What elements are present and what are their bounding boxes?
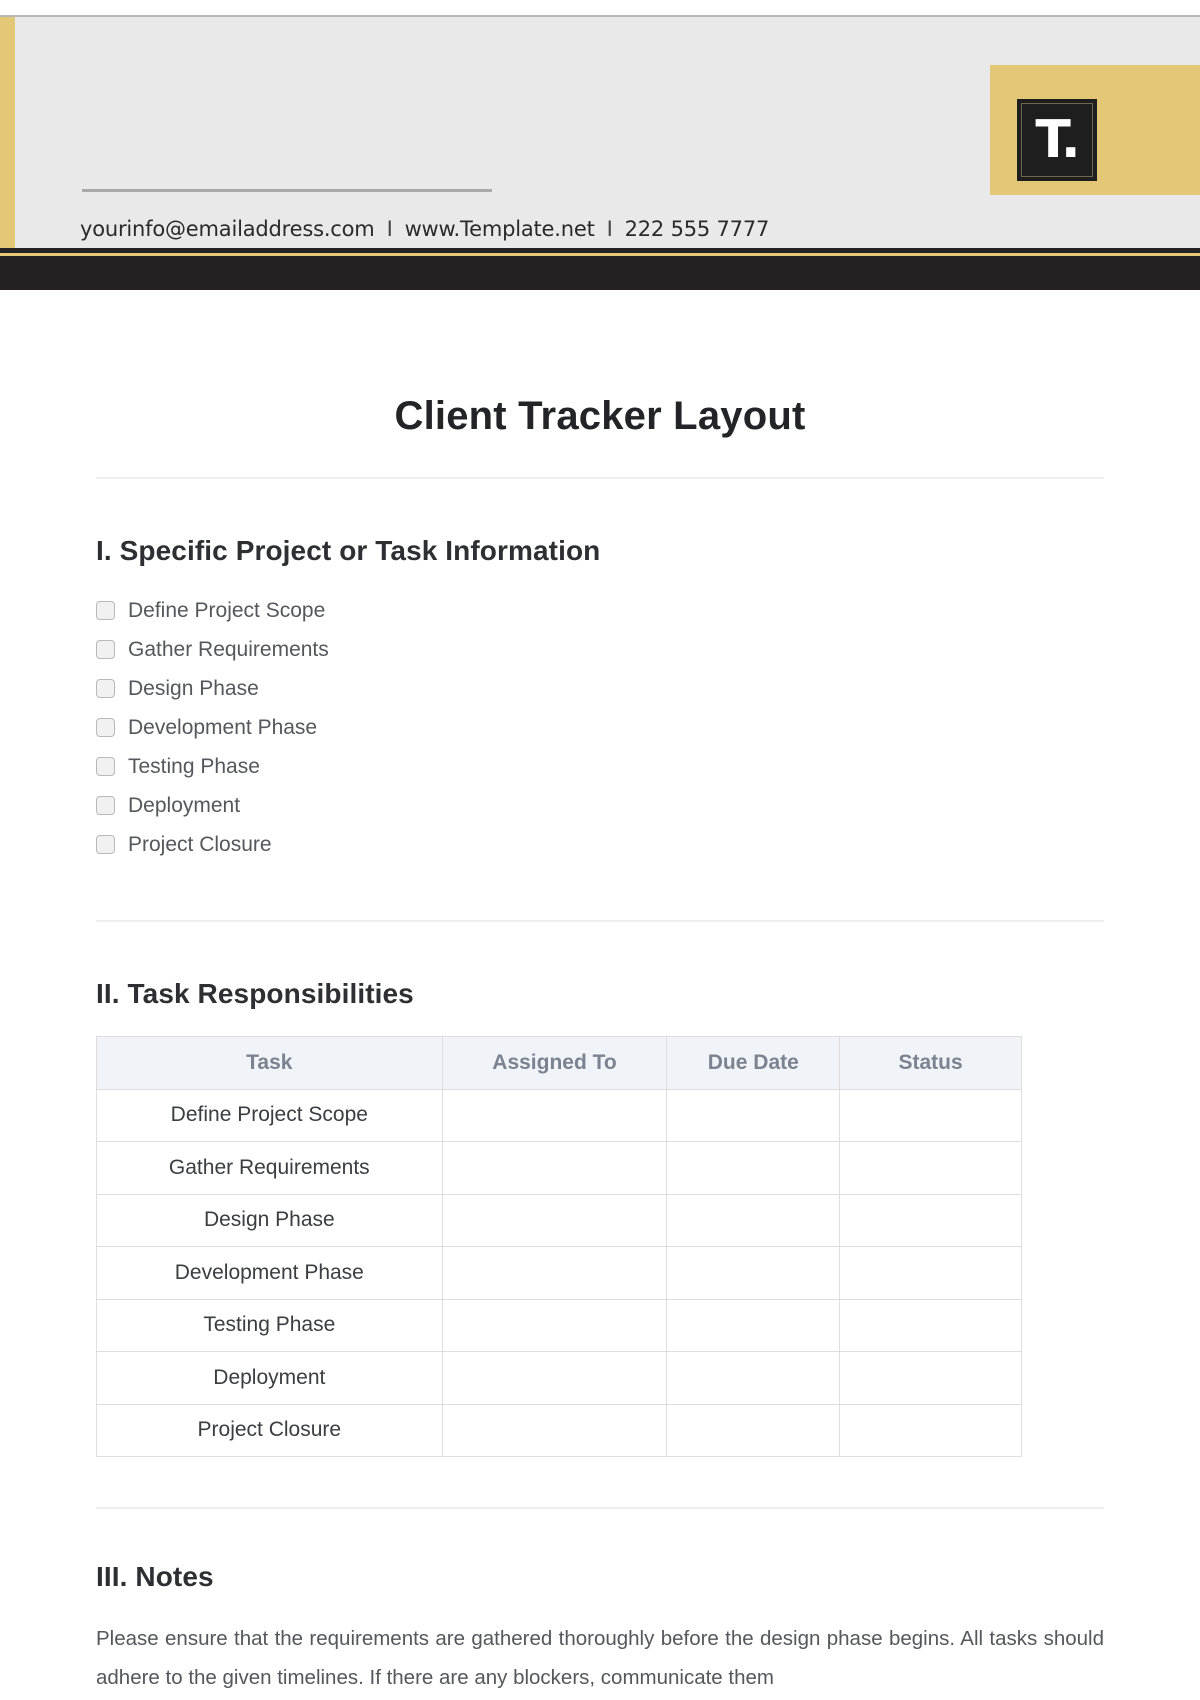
contact-phone: 222 555 7777	[624, 217, 770, 241]
cell-task: Gather Requirements	[96, 1141, 443, 1195]
header-dark-band	[0, 248, 1200, 290]
logo-block: T.	[990, 65, 1200, 195]
page-title: Client Tracker Layout	[394, 394, 806, 438]
checklist-label: Design Phase	[128, 676, 259, 700]
cell-status[interactable]	[839, 1351, 1022, 1405]
table-row: Gather Requirements	[96, 1141, 1022, 1195]
section-heading: III. Notes	[96, 1561, 214, 1592]
column-header-status: Status	[839, 1036, 1022, 1090]
table-row: Project Closure	[96, 1403, 1022, 1457]
checklist-label: Project Closure	[128, 832, 272, 856]
checklist-label: Development Phase	[128, 715, 318, 739]
checkbox[interactable]	[96, 718, 115, 737]
table-row: Development Phase	[96, 1246, 1022, 1300]
cell-status[interactable]	[839, 1246, 1022, 1300]
cell-due-date[interactable]	[666, 1403, 841, 1457]
cell-due-date[interactable]	[666, 1193, 841, 1247]
checklist-item[interactable]: Design Phase	[96, 669, 1104, 708]
contact-email[interactable]: yourinfo@emailaddress.com	[80, 217, 375, 241]
checklist-item[interactable]: Project Closure	[96, 825, 1104, 864]
logo-text: T.	[1035, 110, 1080, 170]
checklist-label: Testing Phase	[128, 754, 260, 778]
section-notes: III. Notes Please ensure that the requir…	[96, 1561, 1104, 1697]
divider	[96, 1507, 1104, 1509]
cell-status[interactable]	[839, 1193, 1022, 1247]
section-heading: I. Specific Project or Task Information	[96, 535, 601, 566]
cell-status[interactable]	[839, 1088, 1022, 1142]
cell-task: Project Closure	[96, 1403, 443, 1457]
contact-separator: I	[606, 217, 613, 241]
checklist-item[interactable]: Testing Phase	[96, 747, 1104, 786]
table-header-row: Task Assigned To Due Date Status	[96, 1036, 1022, 1090]
section-task-responsibilities: II. Task Responsibilities Task Assigned …	[96, 978, 1104, 1457]
checkbox[interactable]	[96, 835, 115, 854]
cell-task: Development Phase	[96, 1246, 443, 1300]
cell-assigned-to[interactable]	[441, 1088, 668, 1142]
cell-due-date[interactable]	[666, 1246, 841, 1300]
task-checklist: Define Project Scope Gather Requirements…	[96, 591, 1104, 864]
column-header-task: Task	[96, 1036, 443, 1090]
cell-status[interactable]	[839, 1403, 1022, 1457]
gold-accent-bar	[0, 17, 15, 249]
letterhead-header: yourinfo@emailaddress.com Iwww.Template.n…	[0, 15, 1200, 249]
cell-due-date[interactable]	[666, 1088, 841, 1142]
cell-status[interactable]	[839, 1141, 1022, 1195]
cell-assigned-to[interactable]	[441, 1141, 668, 1195]
cell-task: Define Project Scope	[96, 1088, 443, 1142]
table-row: Design Phase	[96, 1193, 1022, 1247]
cell-assigned-to[interactable]	[441, 1298, 668, 1352]
checkbox[interactable]	[96, 796, 115, 815]
contact-info: yourinfo@emailaddress.com Iwww.Template.n…	[80, 217, 769, 241]
table-row: Deployment	[96, 1351, 1022, 1405]
checklist-item[interactable]: Deployment	[96, 786, 1104, 825]
checklist-label: Deployment	[128, 793, 241, 817]
template-logo-icon: T.	[1017, 99, 1097, 181]
document-body: Client Tracker Layout I. Specific Projec…	[96, 290, 1104, 1697]
checklist-item[interactable]: Gather Requirements	[96, 630, 1104, 669]
contact-website[interactable]: www.Template.net	[405, 217, 595, 241]
section-heading: II. Task Responsibilities	[96, 978, 414, 1009]
cell-task: Deployment	[96, 1351, 443, 1405]
cell-assigned-to[interactable]	[441, 1403, 668, 1457]
column-header-due-date: Due Date	[666, 1036, 841, 1090]
checklist-label: Gather Requirements	[128, 637, 329, 661]
checklist-item[interactable]: Development Phase	[96, 708, 1104, 747]
cell-assigned-to[interactable]	[441, 1193, 668, 1247]
cell-assigned-to[interactable]	[441, 1246, 668, 1300]
gold-stripe	[0, 253, 1200, 256]
cell-due-date[interactable]	[666, 1298, 841, 1352]
divider	[96, 477, 1104, 479]
checklist-item[interactable]: Define Project Scope	[96, 591, 1104, 630]
cell-status[interactable]	[839, 1298, 1022, 1352]
checkbox[interactable]	[96, 679, 115, 698]
section-project-info: I. Specific Project or Task Information …	[96, 535, 1104, 864]
notes-paragraph: Please ensure that the requirements are …	[96, 1627, 1104, 1689]
table-row: Testing Phase	[96, 1298, 1022, 1352]
checklist-label: Define Project Scope	[128, 598, 326, 622]
cell-task: Design Phase	[96, 1193, 443, 1247]
header-rule	[82, 189, 492, 192]
column-header-assigned-to: Assigned To	[441, 1036, 668, 1090]
checkbox[interactable]	[96, 601, 115, 620]
responsibilities-table: Task Assigned To Due Date Status Define …	[96, 1036, 1022, 1457]
contact-separator: I	[386, 217, 393, 241]
cell-task: Testing Phase	[96, 1298, 443, 1352]
table-row: Define Project Scope	[96, 1088, 1022, 1142]
cell-due-date[interactable]	[666, 1351, 841, 1405]
checkbox[interactable]	[96, 757, 115, 776]
cell-assigned-to[interactable]	[441, 1351, 668, 1405]
divider	[96, 920, 1104, 922]
checkbox[interactable]	[96, 640, 115, 659]
cell-due-date[interactable]	[666, 1141, 841, 1195]
